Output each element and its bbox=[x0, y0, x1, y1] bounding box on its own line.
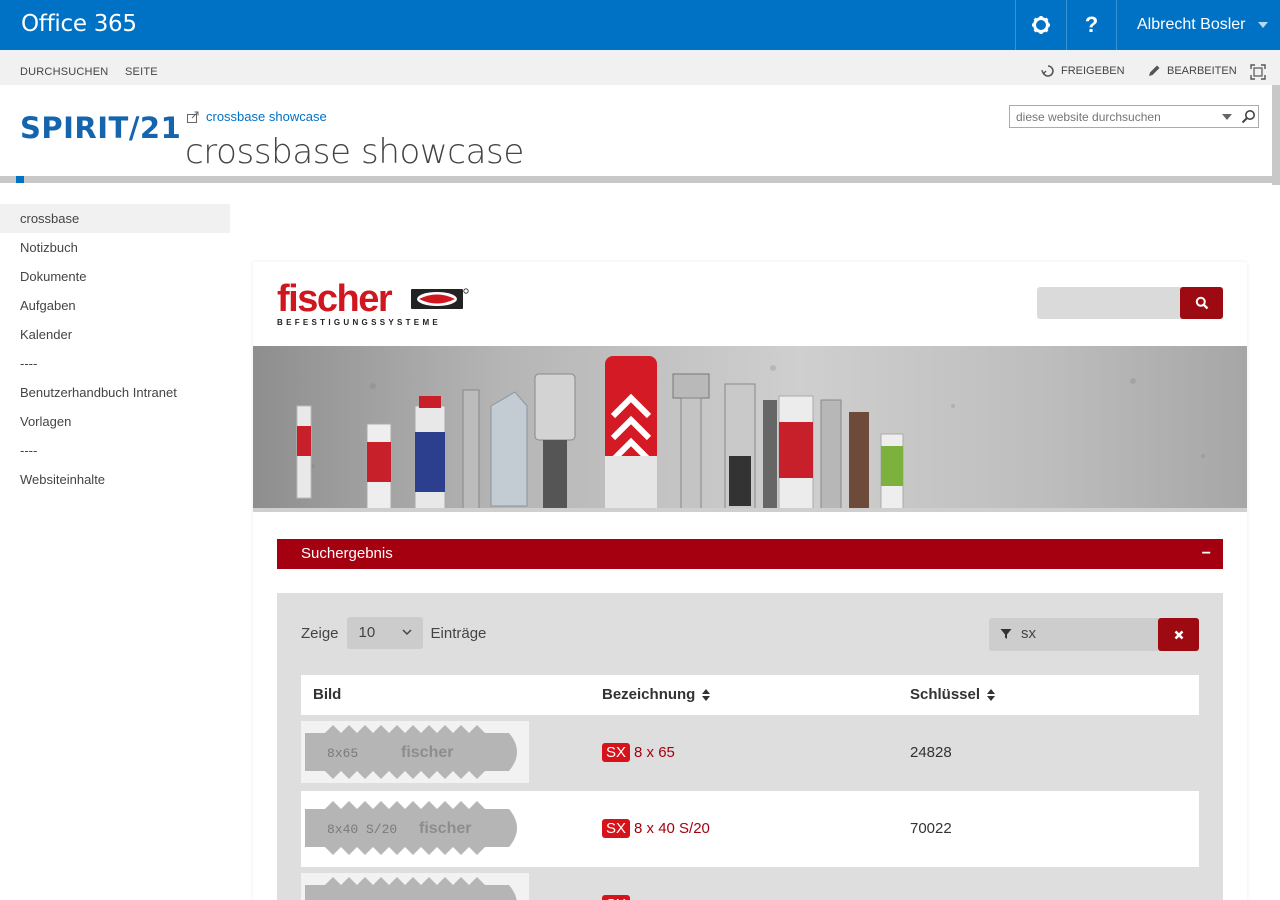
page-size-control: Zeige 10 Einträge bbox=[301, 617, 486, 649]
table-row[interactable]: SX bbox=[301, 867, 1199, 900]
column-header-image: Bild bbox=[313, 686, 341, 703]
table-row[interactable]: 8x40 S/20 fischer SX 8 x 40 S/20 70022 bbox=[301, 791, 1199, 867]
result-table: Zeige 10 Einträge sx Bild Bezeichnung Sc… bbox=[277, 593, 1223, 900]
product-banner-image bbox=[253, 346, 1247, 512]
nav-separator: ---- bbox=[20, 356, 38, 371]
product-key: 70022 bbox=[910, 820, 952, 837]
filter-value: sx bbox=[1021, 625, 1036, 642]
share-label: FREIGEBEN bbox=[1061, 65, 1125, 77]
share-button[interactable]: FREIGEBEN bbox=[1041, 64, 1125, 78]
edit-label: BEARBEITEN bbox=[1167, 65, 1237, 77]
site-search-input[interactable] bbox=[1010, 106, 1205, 127]
thumbnail-label: 8x40 S/20 bbox=[327, 822, 397, 837]
focus-button[interactable] bbox=[1250, 64, 1266, 80]
filter-icon bbox=[1000, 629, 1012, 639]
product-search-button[interactable] bbox=[1180, 287, 1223, 319]
user-name: Albrecht Bosler bbox=[1137, 16, 1246, 33]
ribbon: DURCHSUCHEN SEITE FREIGEBEN BEARBEITEN bbox=[0, 50, 1280, 85]
settings-button[interactable] bbox=[1015, 0, 1066, 50]
column-header-key[interactable]: Schlüssel bbox=[910, 686, 996, 703]
result-panel-title: Suchergebnis bbox=[301, 545, 393, 562]
page-title: crossbase showcase bbox=[185, 132, 524, 172]
caret-down-icon bbox=[1258, 22, 1268, 28]
suite-bar: Office 365 ? Albrecht Bosler bbox=[0, 0, 1280, 50]
entries-label: Einträge bbox=[430, 624, 487, 642]
nav-item-benutzerhandbuch[interactable]: Benutzerhandbuch Intranet bbox=[0, 378, 230, 407]
nav-item-dokumente[interactable]: Dokumente bbox=[0, 262, 230, 291]
sort-icon bbox=[702, 688, 711, 701]
product-key: 24828 bbox=[910, 744, 952, 761]
collapse-icon[interactable]: − bbox=[1202, 539, 1211, 569]
clear-filter-button[interactable] bbox=[1158, 618, 1199, 651]
nav-item-notizbuch[interactable]: Notizbuch bbox=[0, 233, 230, 262]
fischer-logo: fischer BEFESTIGUNGSSYSTEME bbox=[277, 280, 469, 327]
table-header: Bild Bezeichnung Schlüssel bbox=[301, 675, 1199, 715]
column-header-key-label: Schlüssel bbox=[910, 686, 981, 703]
tab-page[interactable]: SEITE bbox=[125, 66, 158, 78]
navigate-up-icon[interactable] bbox=[186, 110, 200, 124]
question-icon: ? bbox=[1084, 12, 1099, 37]
page-size-select[interactable]: 10 bbox=[346, 617, 423, 649]
product-name[interactable]: SX 8 x 40 S/20 bbox=[602, 819, 710, 838]
nav-separator: ---- bbox=[20, 443, 38, 458]
fischer-tagline: BEFESTIGUNGSSYSTEME bbox=[277, 318, 442, 327]
breadcrumb-link[interactable]: crossbase showcase bbox=[206, 109, 327, 124]
product-name[interactable]: SX 8 x 65 bbox=[602, 743, 675, 762]
site-logo[interactable]: SPIRIT/21 bbox=[20, 111, 181, 145]
column-header-name[interactable]: Bezeichnung bbox=[602, 686, 711, 703]
product-thumbnail: 8x40 S/20 fischer bbox=[301, 797, 529, 859]
scrollbar[interactable] bbox=[1272, 85, 1280, 185]
product-name[interactable]: SX bbox=[602, 895, 631, 900]
svg-text:fischer: fischer bbox=[401, 744, 453, 761]
crossbase-content: fischer BEFESTIGUNGSSYSTEME Suchergebnis… bbox=[253, 262, 1247, 900]
product-lineup-illustration bbox=[296, 356, 1205, 512]
filter-input[interactable]: sx bbox=[989, 618, 1199, 651]
user-menu[interactable]: Albrecht Bosler bbox=[1116, 0, 1280, 50]
close-icon bbox=[1174, 630, 1183, 639]
search-icon[interactable] bbox=[1241, 109, 1256, 124]
nav-item-aufgaben[interactable]: Aufgaben bbox=[0, 291, 230, 320]
tab-browse[interactable]: DURCHSUCHEN bbox=[20, 66, 108, 78]
nav-item-crossbase[interactable]: crossbase bbox=[0, 204, 230, 233]
pencil-icon bbox=[1149, 65, 1160, 76]
search-scope-dropdown-icon[interactable] bbox=[1222, 114, 1232, 120]
title-divider bbox=[0, 176, 1280, 183]
product-search[interactable] bbox=[1037, 287, 1223, 319]
nav-item-kalender[interactable]: Kalender bbox=[0, 320, 230, 349]
column-header-name-label: Bezeichnung bbox=[602, 686, 696, 703]
page-size-value: 10 bbox=[358, 624, 376, 641]
product-badge: SX bbox=[602, 819, 631, 838]
chevron-down-icon bbox=[402, 629, 412, 636]
product-size: 8 x 40 S/20 bbox=[634, 820, 710, 837]
gear-icon bbox=[1032, 16, 1050, 34]
site-search bbox=[1009, 105, 1259, 128]
table-row[interactable]: 8x65 fischer SX 8 x 65 24828 bbox=[301, 715, 1199, 791]
focus-icon bbox=[1250, 64, 1266, 80]
sort-icon bbox=[987, 688, 996, 701]
fish-logo-icon bbox=[411, 288, 469, 309]
product-thumbnail bbox=[301, 873, 529, 900]
breadcrumb: crossbase showcase bbox=[186, 109, 327, 124]
share-icon bbox=[1041, 65, 1054, 77]
result-panel-header[interactable]: Suchergebnis − bbox=[277, 539, 1223, 569]
svg-text:fischer: fischer bbox=[419, 820, 471, 837]
product-size: 8 x 65 bbox=[634, 744, 675, 761]
show-label: Zeige bbox=[301, 624, 339, 642]
left-navigation: crossbase Notizbuch Dokumente Aufgaben K… bbox=[0, 204, 230, 494]
product-badge: SX bbox=[602, 895, 631, 900]
help-button[interactable]: ? bbox=[1066, 0, 1116, 50]
thumbnail-label: 8x65 bbox=[327, 746, 358, 761]
product-thumbnail: 8x65 fischer bbox=[301, 721, 529, 783]
nav-item-websiteinhalte[interactable]: Websiteinhalte bbox=[0, 465, 230, 494]
office-365-brand[interactable]: Office 365 bbox=[21, 11, 137, 37]
column-header-image-label: Bild bbox=[313, 686, 342, 703]
nav-item-vorlagen[interactable]: Vorlagen bbox=[0, 407, 230, 436]
product-badge: SX bbox=[602, 743, 631, 762]
edit-button[interactable]: BEARBEITEN bbox=[1147, 64, 1237, 78]
search-icon bbox=[1195, 296, 1208, 310]
